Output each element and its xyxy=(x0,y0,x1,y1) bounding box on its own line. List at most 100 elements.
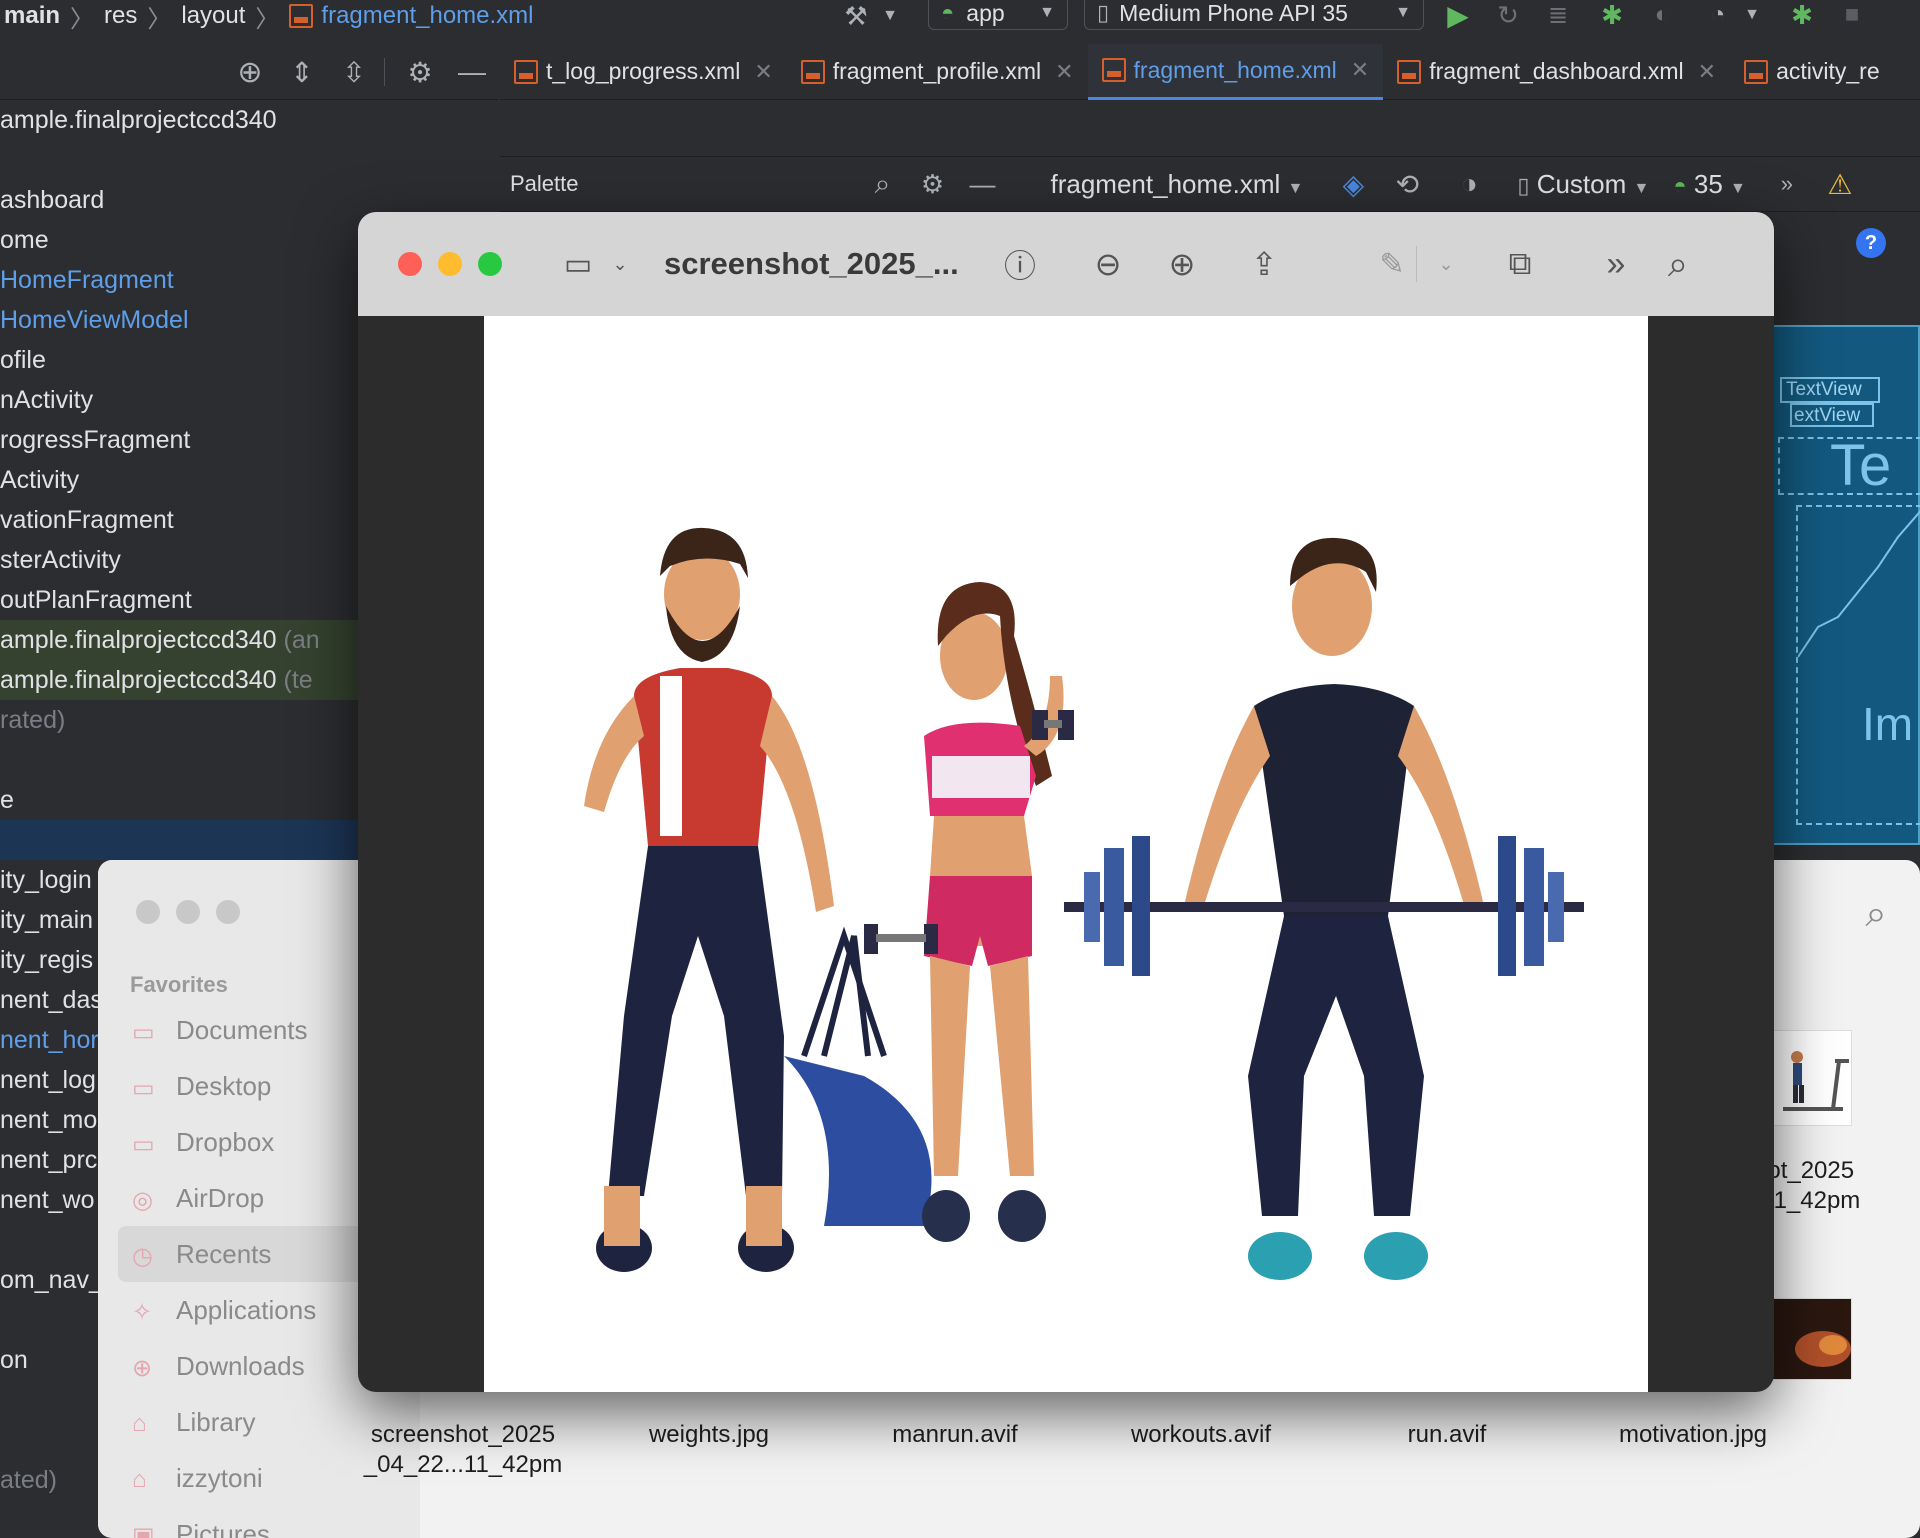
project-tree-item[interactable] xyxy=(0,140,360,180)
project-tree-item[interactable]: rogressFragment xyxy=(0,420,360,460)
apply-changes-icon[interactable]: ≣ xyxy=(1540,0,1576,30)
project-tree-item[interactable]: ashboard xyxy=(0,180,360,220)
project-tree-item[interactable] xyxy=(0,820,360,860)
minimize-icon[interactable]: — xyxy=(454,54,490,90)
close-tab-icon[interactable]: ✕ xyxy=(1055,59,1073,85)
blueprint-imageview[interactable]: Im xyxy=(1796,505,1920,825)
zoom-button[interactable] xyxy=(216,900,240,924)
chevron-down-icon[interactable]: ⌄ xyxy=(596,240,644,288)
crosshair-icon[interactable]: ⊕ xyxy=(232,54,268,90)
project-tree-item[interactable]: HomeFragment xyxy=(0,260,360,300)
close-button[interactable] xyxy=(136,900,160,924)
file-item-label[interactable]: motivation.jpg xyxy=(1578,1420,1808,1450)
project-tree-item[interactable]: outPlanFragment xyxy=(0,580,360,620)
file-item-label[interactable]: run.avif xyxy=(1332,1420,1562,1450)
project-tree-item[interactable]: Activity xyxy=(0,460,360,500)
minimize-button[interactable] xyxy=(438,252,462,276)
blueprint-textview[interactable]: TextView xyxy=(1780,377,1880,403)
file-thumbnail[interactable] xyxy=(1772,1298,1852,1380)
share-icon[interactable]: ⇪ xyxy=(1240,240,1288,288)
gear-icon[interactable]: ⚙ xyxy=(915,166,951,202)
sidebar-toggle-icon[interactable]: ▭ xyxy=(554,240,602,288)
tree-item-label: Activity xyxy=(0,466,80,494)
breadcrumb-layout[interactable]: layout xyxy=(181,2,245,30)
api-level-selector[interactable]: ◓ 35 ▼ xyxy=(1673,169,1746,200)
editor-tab[interactable]: fragment_profile.xml ✕ xyxy=(787,44,1088,100)
editor-tab[interactable]: activity_re xyxy=(1730,44,1894,100)
run-config-selector[interactable]: ◓ app ▼ xyxy=(928,0,1068,30)
project-tree-item[interactable]: nActivity xyxy=(0,380,360,420)
project-tree-item[interactable]: HomeViewModel xyxy=(0,300,360,340)
overflow-icon[interactable]: » xyxy=(1772,164,1802,204)
zoom-button[interactable] xyxy=(478,252,502,276)
search-icon[interactable]: ⌕ xyxy=(865,166,901,202)
file-item-label[interactable]: screenshot_2025 _04_22...11_42pm xyxy=(348,1420,578,1480)
layout-blueprint: TextView extView Te Im xyxy=(1772,325,1920,845)
airdrop-icon: ◎ xyxy=(132,1187,153,1214)
file-item-label[interactable]: workouts.avif xyxy=(1086,1420,1316,1450)
minimize-icon[interactable]: — xyxy=(965,166,1001,202)
profiler-icon[interactable]: ◔ xyxy=(1700,0,1736,30)
info-icon[interactable]: ⓘ xyxy=(996,240,1044,288)
run-icon[interactable]: ▶ xyxy=(1440,0,1476,31)
project-tree-item[interactable]: sterActivity xyxy=(0,540,360,580)
project-tree-item[interactable] xyxy=(0,740,360,780)
project-tree-item[interactable]: ample.finalprojectccd340 (an xyxy=(0,620,360,660)
project-tree-item[interactable]: vationFragment xyxy=(0,500,360,540)
preview-window: ▭ ⌄ screenshot_2025_... ⓘ ⊖ ⊕ ⇪ ✎ ⌄ ⧉ » … xyxy=(358,212,1774,1392)
project-tree-item[interactable]: ome xyxy=(0,220,360,260)
editor-tab[interactable]: t_log_progress.xml ✕ xyxy=(500,44,787,100)
breadcrumb-separator: 〉 xyxy=(255,5,280,33)
hammer-build-icon[interactable]: ⚒ xyxy=(836,0,876,32)
tree-item-label: HomeFragment xyxy=(0,266,174,294)
orientation-icon[interactable]: ⟲ xyxy=(1387,164,1427,204)
device-selector[interactable]: ▯ Medium Phone API 35 ▼ xyxy=(1084,0,1424,30)
warning-icon[interactable]: ⚠ xyxy=(1822,164,1858,204)
expand-all-icon[interactable]: ⇕ xyxy=(284,54,320,90)
stop-icon[interactable]: ■ xyxy=(1838,1,1866,28)
close-tab-icon[interactable]: ✕ xyxy=(754,59,772,85)
breadcrumb-current-file[interactable]: fragment_home.xml xyxy=(321,2,533,30)
file-thumbnail[interactable] xyxy=(1772,1030,1852,1126)
rotate-icon[interactable]: ⧉ xyxy=(1496,240,1544,288)
close-button[interactable] xyxy=(398,252,422,276)
breadcrumb-main[interactable]: main xyxy=(4,2,60,30)
project-tree-item[interactable]: ample.finalprojectccd340 (te xyxy=(0,660,360,700)
rerun-icon[interactable]: ↻ xyxy=(1490,0,1526,30)
project-tree-item[interactable]: ample.finalprojectccd340 xyxy=(0,100,360,140)
blueprint-title-text[interactable]: Te xyxy=(1778,437,1920,495)
gear-icon[interactable]: ⚙ xyxy=(402,54,438,90)
layers-icon[interactable]: ◈ xyxy=(1333,164,1373,204)
close-tab-icon[interactable]: ✕ xyxy=(1698,59,1716,85)
chevron-down-icon[interactable]: ▼ xyxy=(1742,0,1762,30)
minimize-button[interactable] xyxy=(176,900,200,924)
blueprint-textview[interactable]: extView xyxy=(1790,403,1874,427)
design-file-selector[interactable]: fragment_home.xml ▼ xyxy=(1051,169,1304,200)
attach-debugger-icon[interactable]: ◐ xyxy=(1644,0,1680,30)
chevron-down-icon[interactable]: ▼ xyxy=(880,0,900,32)
zoom-out-icon[interactable]: ⊖ xyxy=(1084,240,1132,288)
file-item-label[interactable]: manrun.avif xyxy=(840,1420,1070,1450)
editor-tab[interactable]: fragment_dashboard.xml ✕ xyxy=(1383,44,1730,100)
breadcrumb-res[interactable]: res xyxy=(104,2,137,30)
sidebar-item-label: Downloads xyxy=(176,1350,305,1381)
project-tree-item[interactable]: rated) xyxy=(0,700,360,740)
project-tree-item[interactable]: e xyxy=(0,780,360,820)
overflow-icon[interactable]: » xyxy=(1592,240,1640,288)
layout-device-selector[interactable]: ▯ Custom ▼ xyxy=(1517,169,1649,200)
sidebar-item-pictures[interactable]: ▣ Pictures xyxy=(98,1506,420,1538)
file-item-label[interactable]: weights.jpg xyxy=(594,1420,824,1450)
help-icon[interactable]: ? xyxy=(1856,228,1886,258)
project-tree-item[interactable]: ofile xyxy=(0,340,360,380)
debug-icon[interactable]: ✱ xyxy=(1594,0,1630,30)
chevron-down-icon[interactable]: ⌄ xyxy=(1422,240,1470,288)
night-mode-icon[interactable]: ◑ xyxy=(1449,164,1489,204)
close-tab-icon[interactable]: ✕ xyxy=(1351,57,1369,83)
markup-pencil-icon[interactable]: ✎ xyxy=(1368,240,1416,288)
collapse-all-icon[interactable]: ⇳ xyxy=(336,54,372,90)
editor-tab[interactable]: fragment_home.xml ✕ xyxy=(1087,43,1384,100)
debug-attach-icon[interactable]: ✱ xyxy=(1784,0,1820,30)
zoom-in-icon[interactable]: ⊕ xyxy=(1158,240,1206,288)
search-icon[interactable]: ⌕ xyxy=(1654,240,1702,288)
search-icon[interactable]: ⌕ xyxy=(1852,890,1900,938)
